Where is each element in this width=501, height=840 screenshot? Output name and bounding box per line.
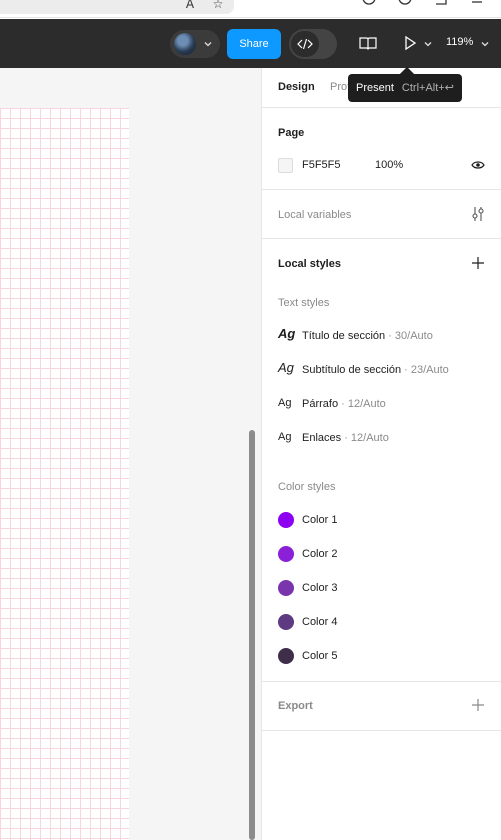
share-button[interactable]: Share <box>227 29 281 59</box>
text-style-row[interactable]: Ag Párrafo · 12/Auto <box>278 392 488 416</box>
tooltip-label: Present <box>356 82 394 94</box>
text-style-meta: · 12/Auto <box>341 432 389 444</box>
text-style-glyph: Ag <box>278 397 292 409</box>
extensions-icon[interactable] <box>434 0 448 8</box>
menu-icon[interactable] <box>470 0 484 10</box>
local-styles-title: Local styles <box>278 258 341 270</box>
address-bar[interactable] <box>0 0 234 14</box>
color-style-swatch <box>278 546 294 562</box>
page-color-swatch[interactable] <box>278 158 293 173</box>
top-toolbar: Share 119% <box>0 19 501 68</box>
text-style-glyph: Ag <box>278 360 294 375</box>
color-style-name: Color 4 <box>302 616 338 628</box>
export-title: Export <box>278 700 313 712</box>
color-style-name: Color 1 <box>302 514 338 526</box>
text-style-row[interactable]: Ag Subtítulo de sección · 23/Auto <box>278 358 488 382</box>
color-styles-title: Color styles <box>278 481 336 493</box>
text-style-meta: · 23/Auto <box>401 364 449 376</box>
multiplayer-avatars[interactable] <box>170 30 220 58</box>
text-styles-title: Text styles <box>278 297 330 309</box>
present-play-icon[interactable] <box>403 35 417 51</box>
canvas[interactable] <box>0 68 261 840</box>
text-style-glyph: Ag <box>278 326 296 341</box>
layout-grid-frame[interactable] <box>0 108 129 840</box>
profile-icon[interactable] <box>398 0 412 8</box>
export-section: Export <box>262 682 501 731</box>
present-tooltip: Present Ctrl+Alt+↩ <box>348 74 462 102</box>
properties-panel: Design Prototype Page F5F5F5 100% Local … <box>261 68 501 840</box>
chevron-down-icon <box>204 42 212 47</box>
text-style-name: Párrafo <box>302 398 339 410</box>
local-styles-section: Local styles Text styles Ag Título de se… <box>262 239 501 682</box>
page-section-title: Page <box>278 127 305 139</box>
code-icon <box>297 38 313 50</box>
color-style-name: Color 5 <box>302 650 338 662</box>
download-icon[interactable] <box>362 0 376 8</box>
add-style-plus-icon[interactable] <box>471 256 485 270</box>
text-style-row[interactable]: Ag Título de sección · 30/Auto <box>278 324 488 348</box>
zoom-chevron-down-icon[interactable] <box>481 40 489 48</box>
avatar[interactable] <box>174 33 196 55</box>
text-style-meta: · 30/Auto <box>385 330 433 342</box>
text-style-meta: · 12/Auto <box>338 398 386 410</box>
bookmark-star-icon[interactable]: ☆ <box>211 0 225 10</box>
color-style-swatch <box>278 580 294 596</box>
text-style-name: Subtítulo de sección <box>302 364 402 376</box>
color-style-swatch <box>278 648 294 664</box>
color-style-row[interactable]: Color 2 <box>278 542 488 566</box>
dev-mode-knob <box>291 31 319 57</box>
present-chevron-down-icon[interactable] <box>424 40 432 48</box>
color-style-row[interactable]: Color 4 <box>278 610 488 634</box>
page-color-hex[interactable]: F5F5F5 <box>302 159 341 171</box>
translate-icon[interactable]: A <box>183 0 197 10</box>
eye-icon[interactable] <box>471 159 485 171</box>
local-variables-title[interactable]: Local variables <box>278 209 351 221</box>
color-style-swatch <box>278 512 294 528</box>
color-style-row[interactable]: Color 3 <box>278 576 488 600</box>
color-style-row[interactable]: Color 5 <box>278 644 488 668</box>
text-style-name: Título de sección <box>302 330 386 342</box>
color-style-name: Color 3 <box>302 582 338 594</box>
zoom-level[interactable]: 119% <box>446 36 473 48</box>
text-style-glyph: Ag <box>278 431 292 443</box>
text-style-row[interactable]: Ag Enlaces · 12/Auto <box>278 426 488 450</box>
color-style-row[interactable]: Color 1 <box>278 508 488 532</box>
local-variables-section[interactable]: Local variables <box>262 190 501 239</box>
canvas-scrollbar[interactable] <box>249 430 255 840</box>
page-color-opacity[interactable]: 100% <box>375 159 403 171</box>
page-section: Page F5F5F5 100% <box>262 109 501 190</box>
variables-sliders-icon[interactable] <box>471 206 485 222</box>
color-style-name: Color 2 <box>302 548 338 560</box>
dev-mode-toggle[interactable] <box>289 29 337 59</box>
library-book-icon[interactable] <box>359 36 377 50</box>
tooltip-shortcut: Ctrl+Alt+↩ <box>401 82 454 94</box>
text-style-name: Enlaces <box>302 432 342 444</box>
color-style-swatch <box>278 614 294 630</box>
tab-design[interactable]: Design <box>278 81 315 93</box>
add-export-plus-icon[interactable] <box>471 698 485 712</box>
browser-bar: A ☆ <box>0 0 501 18</box>
